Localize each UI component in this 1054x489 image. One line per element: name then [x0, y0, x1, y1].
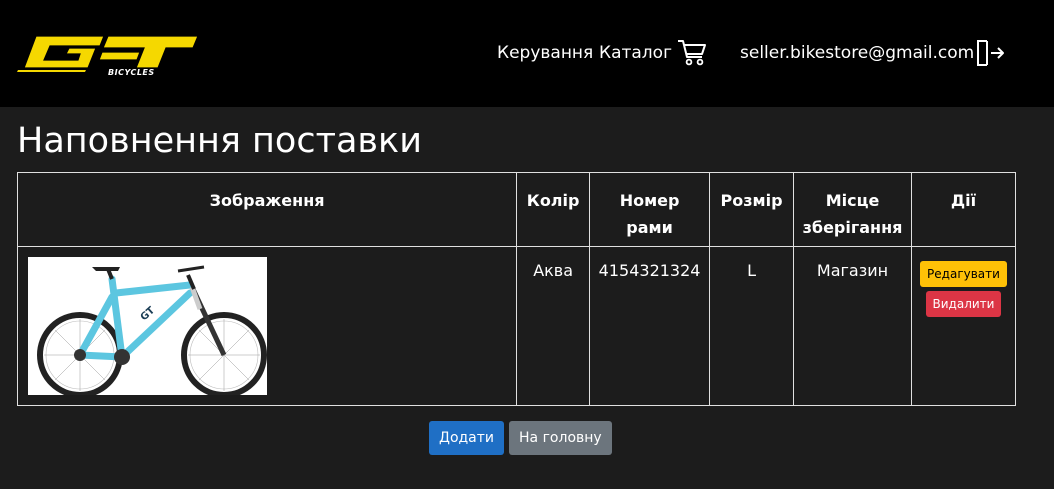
- nav-catalog-link[interactable]: Каталог: [599, 43, 672, 63]
- cart-icon[interactable]: [677, 38, 707, 66]
- color-cell: Аква: [516, 246, 591, 406]
- header-size: Розмір: [709, 172, 795, 247]
- actions-cell: Редагувати Видалити: [910, 246, 1017, 406]
- edit-button[interactable]: Редагувати: [920, 261, 1007, 287]
- delete-button[interactable]: Видалити: [925, 291, 1002, 317]
- image-cell: GT: [16, 246, 518, 406]
- location-cell: Магазин: [793, 246, 912, 406]
- header-image: Зображення: [16, 172, 518, 247]
- bike-image: GT: [28, 257, 267, 395]
- header-color: Колір: [516, 172, 591, 247]
- add-button[interactable]: Додати: [429, 421, 505, 455]
- user-email-link[interactable]: seller.bikestore@gmail.com: [740, 43, 974, 63]
- home-button[interactable]: На головну: [509, 421, 612, 455]
- table-header-row: Зображення Колір Номер рами Розмір Місце…: [16, 172, 1017, 247]
- supply-table: Зображення Колір Номер рами Розмір Місце…: [16, 172, 1017, 406]
- logout-icon[interactable]: [975, 39, 1005, 67]
- nav-management-link[interactable]: Керування: [497, 43, 593, 63]
- header-actions: Дії: [910, 172, 1017, 247]
- page-title: Наповнення поставки: [17, 121, 422, 161]
- frame-number-cell: 4154321324: [589, 246, 711, 406]
- header-location: Місце зберігання: [793, 172, 912, 247]
- gt-bicycles-logo[interactable]: BICYCLES: [16, 30, 200, 76]
- bottom-actions: Додати На головну: [429, 421, 612, 455]
- table-row: GT Аква 4154321324 L Магазин Редагувати …: [16, 246, 1017, 406]
- svg-text:BICYCLES: BICYCLES: [108, 68, 155, 76]
- navbar: BICYCLES Керування Каталог seller.bikest…: [0, 0, 1054, 107]
- size-cell: L: [709, 246, 795, 406]
- header-frame-number: Номер рами: [589, 172, 711, 247]
